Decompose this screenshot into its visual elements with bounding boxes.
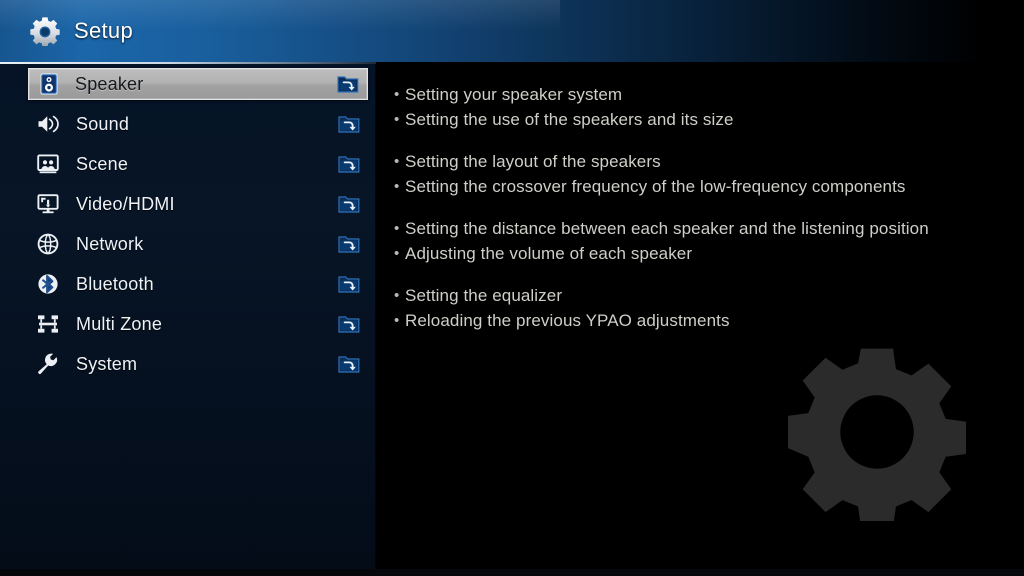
header-content: Setup [30, 0, 133, 62]
description-group: • Setting the equalizer • Reloading the pre… [394, 283, 1012, 333]
submenu-folder-arrow-icon[interactable] [337, 74, 359, 94]
submenu-folder-arrow-icon[interactable] [338, 354, 360, 374]
description-group: • Setting the layout of the speakers • Sett… [394, 149, 1012, 199]
submenu-folder-arrow-icon[interactable] [338, 314, 360, 334]
bluetooth-icon [36, 272, 60, 296]
bullet-icon: • [394, 312, 400, 329]
description-bullet-line: • Setting the distance between each speak… [394, 216, 1012, 241]
sound-icon [36, 112, 60, 136]
sidebar-item-speaker[interactable]: Speaker [28, 68, 368, 100]
description-list: • Setting your speaker system • Setting the… [394, 82, 1012, 350]
description-bullet-line: • Reloading the previous YPAO adjustments [394, 308, 1012, 333]
multi-zone-icon [36, 312, 60, 336]
description-bullet-line: • Setting the equalizer [394, 283, 1012, 308]
sidebar-item-label: Sound [76, 113, 130, 134]
setup-menu-list: Speaker Sound Scene Video/HDMI Network Blueto… [0, 64, 376, 384]
description-text: Setting the crossover frequency of the l… [405, 177, 906, 196]
monitor-icon [36, 192, 60, 216]
bullet-icon: • [394, 245, 400, 262]
sidebar-item-sound[interactable]: Sound [0, 104, 376, 144]
description-text: Setting the distance between each speake… [405, 219, 929, 238]
bullet-icon: • [394, 220, 400, 237]
sidebar-item-label: System [76, 353, 138, 374]
wrench-icon [36, 352, 60, 376]
description-group: • Setting the distance between each speak… [394, 216, 1012, 266]
gear-icon [30, 17, 60, 46]
description-bullet-line: • Setting the crossover frequency of the … [394, 174, 1012, 199]
description-text: Setting the use of the speakers and its … [405, 110, 734, 129]
bullet-icon: • [394, 287, 400, 304]
submenu-folder-arrow-icon[interactable] [338, 194, 360, 214]
header-bar: Setup [0, 0, 1024, 62]
description-text: Setting the layout of the speakers [405, 152, 661, 171]
description-text: Setting the equalizer [405, 286, 563, 305]
description-text: Adjusting the volume of each speaker [405, 244, 693, 263]
sidebar-item-label: Video/HDMI [76, 193, 175, 214]
sidebar-item-bluetooth[interactable]: Bluetooth [0, 264, 376, 304]
submenu-folder-arrow-icon[interactable] [338, 274, 360, 294]
description-bullet-line: • Setting the layout of the speakers [394, 149, 1012, 174]
sidebar-item-label: Scene [76, 153, 129, 174]
footer-strip [0, 569, 1024, 576]
submenu-folder-arrow-icon[interactable] [338, 154, 360, 174]
sidebar-item-label: Speaker [75, 73, 144, 94]
sidebar-item-system[interactable]: System [0, 344, 376, 384]
bullet-icon: • [394, 178, 400, 195]
gear-icon [788, 348, 966, 521]
sidebar-item-video-hdmi[interactable]: Video/HDMI [0, 184, 376, 224]
description-bullet-line: • Setting the use of the speakers and its… [394, 107, 1012, 132]
submenu-folder-arrow-icon[interactable] [338, 234, 360, 254]
sidebar-item-label: Multi Zone [76, 313, 163, 334]
bullet-icon: • [394, 86, 400, 103]
detail-panel: • Setting your speaker system • Setting the… [376, 64, 1024, 569]
submenu-folder-arrow-icon[interactable] [338, 114, 360, 134]
sidebar-item-network[interactable]: Network [0, 224, 376, 264]
bullet-icon: • [394, 153, 400, 170]
bullet-icon: • [394, 111, 400, 128]
description-group: • Setting your speaker system • Setting the… [394, 82, 1012, 132]
sidebar-item-multi-zone[interactable]: Multi Zone [0, 304, 376, 344]
description-bullet-line: • Adjusting the volume of each speaker [394, 241, 1012, 266]
sidebar-item-scene[interactable]: Scene [0, 144, 376, 184]
globe-icon [36, 232, 60, 256]
speaker-icon [37, 72, 61, 96]
description-text: Reloading the previous YPAO adjustments [405, 311, 730, 330]
scene-icon [36, 152, 60, 176]
description-bullet-line: • Setting your speaker system [394, 82, 1012, 107]
page-title: Setup [74, 18, 133, 43]
sidebar-item-label: Bluetooth [76, 273, 154, 294]
description-text: Setting your speaker system [405, 85, 623, 104]
setup-screen: Setup Speaker Sound Scene Video/HDMI Network… [0, 0, 1024, 576]
sidebar-item-label: Network [76, 233, 144, 254]
